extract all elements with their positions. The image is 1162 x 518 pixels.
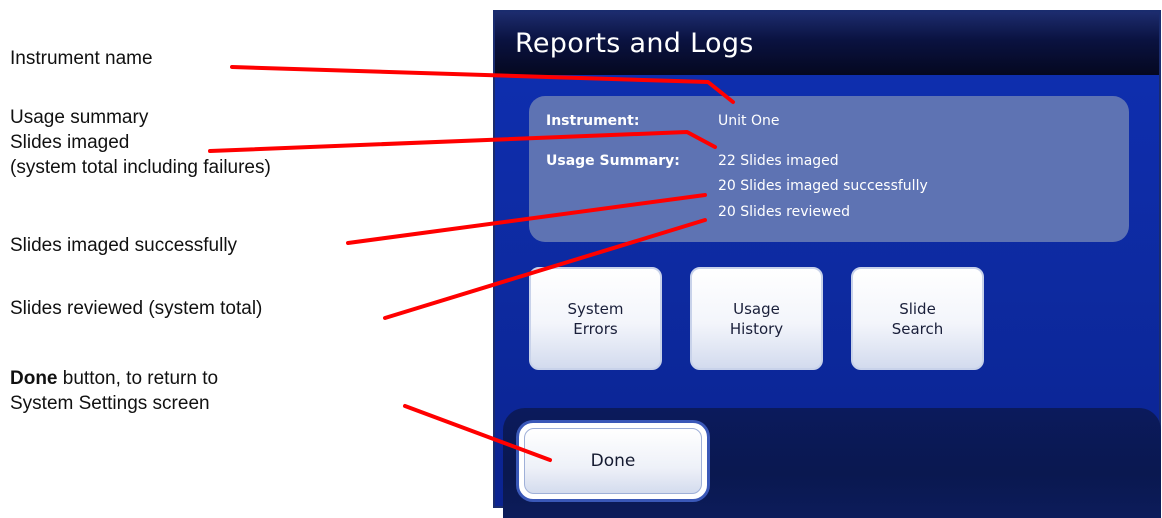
slide-search-line2: Search xyxy=(891,319,944,338)
system-errors-line1: System xyxy=(567,299,624,318)
reports-and-logs-screen: Reports and Logs Instrument: Unit One Us… xyxy=(493,10,1161,518)
callout-imaged-successfully: Slides imaged successfully xyxy=(10,233,237,258)
instrument-value: Unit One xyxy=(718,113,780,129)
callout-usage-summary-line3: (system total including failures) xyxy=(10,157,271,178)
usage-history-line1: Usage xyxy=(733,299,780,318)
usage-summary-label: Usage Summary: xyxy=(546,153,680,169)
callout-reviewed: Slides reviewed (system total) xyxy=(10,296,262,321)
callout-usage-summary: Usage summary Slides imaged (system tota… xyxy=(10,105,271,180)
callout-usage-summary-line1: Usage summary xyxy=(10,107,149,128)
slide-search-button[interactable]: Slide Search xyxy=(851,267,984,370)
done-button-label: Done xyxy=(590,451,636,471)
done-button[interactable]: Done xyxy=(519,423,707,499)
done-button-face: Done xyxy=(524,428,702,494)
callout-imaged-successfully-text: Slides imaged successfully xyxy=(10,235,238,256)
title-bar: Reports and Logs xyxy=(495,12,1159,75)
instrument-label: Instrument: xyxy=(546,113,640,129)
callout-usage-summary-line2: Slides imaged xyxy=(10,132,130,153)
slide-search-line1: Slide xyxy=(899,299,936,318)
callout-done: Done button, to return to System Setting… xyxy=(10,366,218,416)
usage-history-line2: History xyxy=(729,319,784,338)
system-errors-line2: Errors xyxy=(573,319,618,338)
system-errors-button[interactable]: System Errors xyxy=(529,267,662,370)
page-title: Reports and Logs xyxy=(515,28,754,59)
callout-done-bold: Done xyxy=(10,368,58,389)
usage-slides-reviewed: 20 Slides reviewed xyxy=(718,204,850,220)
callout-instrument-name-text: Instrument name xyxy=(10,48,153,69)
callout-instrument-name: Instrument name xyxy=(10,46,153,71)
callout-done-line2: System Settings screen xyxy=(10,393,210,414)
usage-slides-imaged-successfully: 20 Slides imaged successfully xyxy=(718,178,928,194)
usage-history-button[interactable]: Usage History xyxy=(690,267,823,370)
callout-reviewed-text: Slides reviewed (system total) xyxy=(10,298,263,319)
info-panel: Instrument: Unit One Usage Summary: 22 S… xyxy=(529,96,1129,242)
usage-slides-imaged: 22 Slides imaged xyxy=(718,153,839,169)
callout-done-rest: button, to return to xyxy=(57,368,219,389)
